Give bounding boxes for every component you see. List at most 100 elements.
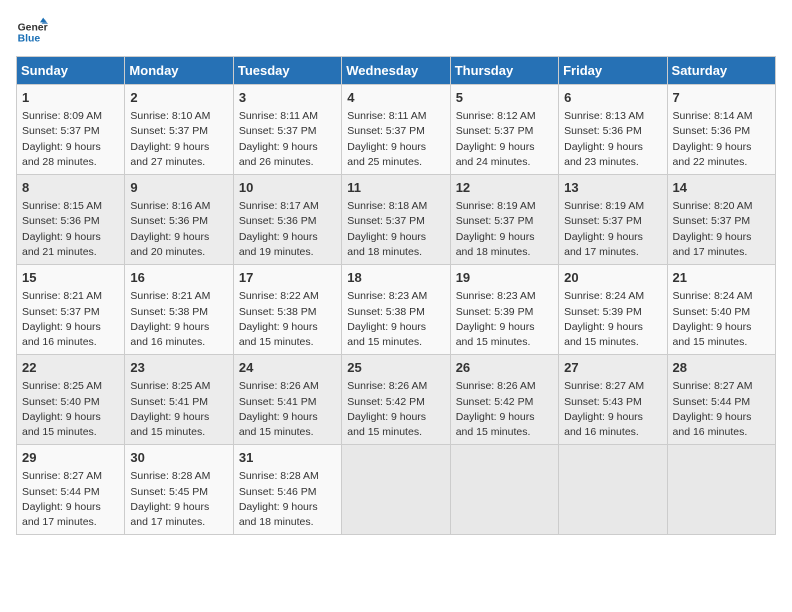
calendar-cell: 10 Sunrise: 8:17 AMSunset: 5:36 PMDayligh… xyxy=(233,175,341,265)
page-header: General Blue xyxy=(16,16,776,48)
calendar-cell: 2 Sunrise: 8:10 AMSunset: 5:37 PMDaylight… xyxy=(125,85,233,175)
calendar-cell: 18 Sunrise: 8:23 AMSunset: 5:38 PMDayligh… xyxy=(342,265,450,355)
calendar-cell: 12 Sunrise: 8:19 AMSunset: 5:37 PMDayligh… xyxy=(450,175,558,265)
calendar-cell: 22Sunrise: 8:25 AMSunset: 5:40 PMDayligh… xyxy=(17,355,125,445)
calendar-cell xyxy=(342,445,450,535)
header-row: SundayMondayTuesdayWednesdayThursdayFrid… xyxy=(17,57,776,85)
day-number: 29 xyxy=(22,449,119,467)
calendar-cell: 23Sunrise: 8:25 AMSunset: 5:41 PMDayligh… xyxy=(125,355,233,445)
header-sunday: Sunday xyxy=(17,57,125,85)
calendar-cell: 17 Sunrise: 8:22 AMSunset: 5:38 PMDayligh… xyxy=(233,265,341,355)
day-number: 14 xyxy=(673,179,770,197)
calendar-cell: 28 Sunrise: 8:27 AMSunset: 5:44 PMDayligh… xyxy=(667,355,775,445)
day-number: 12 xyxy=(456,179,553,197)
day-number: 2 xyxy=(130,89,227,107)
cell-info: Sunrise: 8:10 AMSunset: 5:37 PMDaylight:… xyxy=(130,109,227,170)
calendar-cell xyxy=(667,445,775,535)
cell-info: Sunrise: 8:14 AMSunset: 5:36 PMDaylight:… xyxy=(673,109,770,170)
calendar-cell: 11Sunrise: 8:18 AMSunset: 5:37 PMDayligh… xyxy=(342,175,450,265)
day-number: 10 xyxy=(239,179,336,197)
calendar-cell: 8Sunrise: 8:15 AMSunset: 5:36 PMDaylight… xyxy=(17,175,125,265)
day-number: 1 xyxy=(22,89,119,107)
day-number: 24 xyxy=(239,359,336,377)
header-friday: Friday xyxy=(559,57,667,85)
week-row-1: 1 Sunrise: 8:09 AMSunset: 5:37 PMDaylight… xyxy=(17,85,776,175)
calendar-cell: 13 Sunrise: 8:19 AMSunset: 5:37 PMDayligh… xyxy=(559,175,667,265)
calendar-table: SundayMondayTuesdayWednesdayThursdayFrid… xyxy=(16,56,776,535)
calendar-cell: 7 Sunrise: 8:14 AMSunset: 5:36 PMDaylight… xyxy=(667,85,775,175)
cell-info: Sunrise: 8:17 AMSunset: 5:36 PMDaylight:… xyxy=(239,199,336,260)
cell-info: Sunrise: 8:26 AMSunset: 5:42 PMDaylight:… xyxy=(456,379,553,440)
cell-info: Sunrise: 8:25 AMSunset: 5:40 PMDaylight:… xyxy=(22,379,119,440)
cell-info: Sunrise: 8:09 AMSunset: 5:37 PMDaylight:… xyxy=(22,109,119,170)
week-row-4: 22Sunrise: 8:25 AMSunset: 5:40 PMDayligh… xyxy=(17,355,776,445)
cell-info: Sunrise: 8:27 AMSunset: 5:44 PMDaylight:… xyxy=(673,379,770,440)
header-wednesday: Wednesday xyxy=(342,57,450,85)
day-number: 16 xyxy=(130,269,227,287)
calendar-cell: 25Sunrise: 8:26 AMSunset: 5:42 PMDayligh… xyxy=(342,355,450,445)
cell-info: Sunrise: 8:16 AMSunset: 5:36 PMDaylight:… xyxy=(130,199,227,260)
calendar-cell: 21 Sunrise: 8:24 AMSunset: 5:40 PMDayligh… xyxy=(667,265,775,355)
day-number: 27 xyxy=(564,359,661,377)
logo-icon: General Blue xyxy=(16,16,48,48)
calendar-cell: 16 Sunrise: 8:21 AMSunset: 5:38 PMDayligh… xyxy=(125,265,233,355)
day-number: 17 xyxy=(239,269,336,287)
cell-info: Sunrise: 8:11 AMSunset: 5:37 PMDaylight:… xyxy=(239,109,336,170)
calendar-cell: 15 Sunrise: 8:21 AMSunset: 5:37 PMDayligh… xyxy=(17,265,125,355)
cell-info: Sunrise: 8:23 AMSunset: 5:38 PMDaylight:… xyxy=(347,289,444,350)
header-monday: Monday xyxy=(125,57,233,85)
cell-info: Sunrise: 8:21 AMSunset: 5:37 PMDaylight:… xyxy=(22,289,119,350)
cell-info: Sunrise: 8:26 AMSunset: 5:41 PMDaylight:… xyxy=(239,379,336,440)
day-number: 21 xyxy=(673,269,770,287)
cell-info: Sunrise: 8:27 AMSunset: 5:44 PMDaylight:… xyxy=(22,469,119,530)
cell-info: Sunrise: 8:13 AMSunset: 5:36 PMDaylight:… xyxy=(564,109,661,170)
calendar-cell: 5 Sunrise: 8:12 AMSunset: 5:37 PMDaylight… xyxy=(450,85,558,175)
cell-info: Sunrise: 8:27 AMSunset: 5:43 PMDaylight:… xyxy=(564,379,661,440)
day-number: 28 xyxy=(673,359,770,377)
cell-info: Sunrise: 8:24 AMSunset: 5:40 PMDaylight:… xyxy=(673,289,770,350)
week-row-2: 8Sunrise: 8:15 AMSunset: 5:36 PMDaylight… xyxy=(17,175,776,265)
cell-info: Sunrise: 8:22 AMSunset: 5:38 PMDaylight:… xyxy=(239,289,336,350)
calendar-cell: 30 Sunrise: 8:28 AMSunset: 5:45 PMDayligh… xyxy=(125,445,233,535)
calendar-cell: 24 Sunrise: 8:26 AMSunset: 5:41 PMDayligh… xyxy=(233,355,341,445)
calendar-cell xyxy=(450,445,558,535)
day-number: 5 xyxy=(456,89,553,107)
svg-text:Blue: Blue xyxy=(18,34,41,45)
calendar-cell xyxy=(559,445,667,535)
header-tuesday: Tuesday xyxy=(233,57,341,85)
calendar-cell: 31 Sunrise: 8:28 AMSunset: 5:46 PMDayligh… xyxy=(233,445,341,535)
cell-info: Sunrise: 8:21 AMSunset: 5:38 PMDaylight:… xyxy=(130,289,227,350)
day-number: 3 xyxy=(239,89,336,107)
cell-info: Sunrise: 8:28 AMSunset: 5:45 PMDaylight:… xyxy=(130,469,227,530)
week-row-3: 15 Sunrise: 8:21 AMSunset: 5:37 PMDayligh… xyxy=(17,265,776,355)
cell-info: Sunrise: 8:20 AMSunset: 5:37 PMDaylight:… xyxy=(673,199,770,260)
day-number: 7 xyxy=(673,89,770,107)
calendar-cell: 20 Sunrise: 8:24 AMSunset: 5:39 PMDayligh… xyxy=(559,265,667,355)
calendar-cell: 1 Sunrise: 8:09 AMSunset: 5:37 PMDaylight… xyxy=(17,85,125,175)
cell-info: Sunrise: 8:19 AMSunset: 5:37 PMDaylight:… xyxy=(456,199,553,260)
cell-info: Sunrise: 8:19 AMSunset: 5:37 PMDaylight:… xyxy=(564,199,661,260)
header-saturday: Saturday xyxy=(667,57,775,85)
day-number: 19 xyxy=(456,269,553,287)
cell-info: Sunrise: 8:26 AMSunset: 5:42 PMDaylight:… xyxy=(347,379,444,440)
day-number: 18 xyxy=(347,269,444,287)
svg-text:General: General xyxy=(18,22,48,33)
cell-info: Sunrise: 8:12 AMSunset: 5:37 PMDaylight:… xyxy=(456,109,553,170)
day-number: 4 xyxy=(347,89,444,107)
cell-info: Sunrise: 8:18 AMSunset: 5:37 PMDaylight:… xyxy=(347,199,444,260)
cell-info: Sunrise: 8:23 AMSunset: 5:39 PMDaylight:… xyxy=(456,289,553,350)
day-number: 31 xyxy=(239,449,336,467)
cell-info: Sunrise: 8:24 AMSunset: 5:39 PMDaylight:… xyxy=(564,289,661,350)
calendar-cell: 3 Sunrise: 8:11 AMSunset: 5:37 PMDaylight… xyxy=(233,85,341,175)
day-number: 23 xyxy=(130,359,227,377)
day-number: 30 xyxy=(130,449,227,467)
day-number: 6 xyxy=(564,89,661,107)
day-number: 9 xyxy=(130,179,227,197)
cell-info: Sunrise: 8:28 AMSunset: 5:46 PMDaylight:… xyxy=(239,469,336,530)
day-number: 13 xyxy=(564,179,661,197)
calendar-cell: 26Sunrise: 8:26 AMSunset: 5:42 PMDayligh… xyxy=(450,355,558,445)
header-thursday: Thursday xyxy=(450,57,558,85)
calendar-cell: 6 Sunrise: 8:13 AMSunset: 5:36 PMDaylight… xyxy=(559,85,667,175)
day-number: 20 xyxy=(564,269,661,287)
day-number: 15 xyxy=(22,269,119,287)
